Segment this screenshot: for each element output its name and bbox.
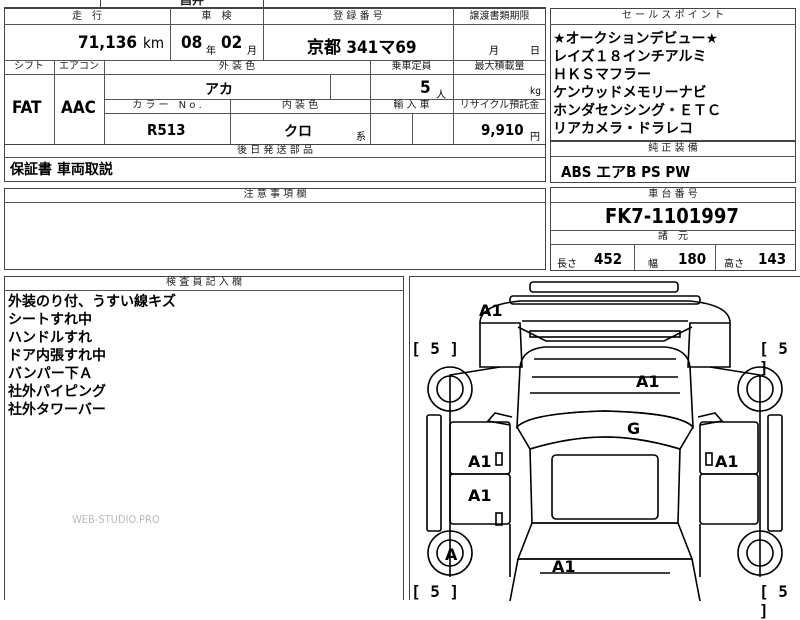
topcut-text: 昌井 (180, 0, 205, 7)
inspection-month-unit: 月 (247, 46, 257, 57)
mark-left-front-door: A1 (468, 452, 492, 471)
mark-front-bumper: A1 (479, 301, 503, 320)
interior-label: 内 装 色 (281, 100, 319, 111)
inspection-label: 車 検 (201, 11, 232, 22)
inspector-note-2: シートすれ中 (8, 312, 92, 328)
transfer-label: 譲渡書類期限 (469, 11, 530, 22)
tire-front-left: [ 5 ] (411, 339, 460, 358)
aircon-label: エアコン (59, 61, 99, 72)
sales-points-label: セ ー ル ス ポ イ ン ト (621, 10, 725, 21)
colorno-label: カ ラ ー N o . (132, 100, 202, 111)
interior-unit: 系 (356, 132, 366, 143)
mark-trunk: A1 (552, 557, 576, 576)
inspector-note-3: ハンドルすれ (8, 330, 92, 346)
damage-diagram: [ 5 ] [ 5 ] [ 5 ] [ 5 ] A1 A1 G A1 A1 A1… (409, 276, 800, 620)
mark-left-rear-door: A1 (468, 486, 492, 505)
mileage-unit: km (143, 34, 164, 52)
sales-point-4: ケンウッドメモリーナビ (553, 85, 707, 101)
shift-label: シフト (14, 61, 44, 72)
sales-point-3: ＨＫＳマフラー (553, 67, 651, 83)
inspection-year: 08 (181, 33, 203, 53)
chassis-value: FK7-1101997 (605, 204, 739, 228)
caution-label: 注 意 事 項 欄 (243, 189, 307, 200)
height-label: 高さ (724, 259, 744, 270)
equipment-value: ABS エアB PS PW (561, 163, 691, 181)
transfer-month-unit: 月 (489, 46, 499, 57)
registration-label: 登 録 番 号 (333, 11, 383, 22)
mark-hood: A1 (636, 372, 660, 391)
documents-label: 後 日 発 送 部 品 (237, 145, 313, 156)
capacity-value: 5 (420, 78, 431, 98)
inspector-note-5: バンパー下Ａ (8, 366, 93, 382)
exterior-value: アカ (205, 82, 233, 98)
recycle-value: 9,910 (481, 121, 524, 139)
top-strip (4, 0, 546, 8)
maxload-unit: kg (530, 86, 541, 97)
mileage-value: 71,136 (78, 33, 138, 53)
inspector-note-7: 社外タワーバー (8, 402, 106, 418)
mark-right-front-door: A1 (715, 452, 739, 471)
mileage-label: 走 行 (72, 11, 102, 22)
recycle-label: リサイクル預託金 (459, 100, 540, 111)
height-value: 143 (758, 250, 787, 268)
inspector-note-6: 社外パイピング (8, 384, 106, 400)
sales-point-1: ★オークションデビュー★ (553, 31, 719, 47)
capacity-unit: 人 (436, 90, 446, 101)
inspection-month: 02 (221, 33, 243, 53)
dims-label: 諸 元 (658, 231, 688, 242)
mark-windshield: G (627, 419, 641, 438)
length-label: 長さ (557, 259, 577, 270)
maxload-label: 最大積載量 (474, 61, 525, 72)
import-label: 輸 入 車 (393, 100, 430, 111)
width-value: 180 (678, 250, 707, 268)
sales-point-2: レイズ１８インチアルミ (553, 49, 707, 65)
capacity-label: 乗車定員 (391, 61, 432, 72)
inspection-year-unit: 年 (206, 46, 216, 57)
interior-value: クロ (284, 124, 312, 140)
inspector-label: 検 査 員 記 入 欄 (166, 277, 242, 288)
transfer-day-unit: 日 (530, 46, 540, 57)
chassis-label: 車 台 番 号 (648, 189, 698, 200)
shift-value: FAT (12, 98, 42, 118)
width-label: 幅 (648, 259, 658, 270)
mark-rear-left-wheel: A (445, 545, 458, 564)
tire-rear-left: [ 5 ] (411, 582, 460, 601)
watermark: WEB-STUDIO.PRO (72, 513, 160, 526)
inspector-note-1: 外装のり付、うすい線キズ (8, 294, 176, 310)
tire-front-right: [ 5 ] (759, 339, 788, 377)
tire-rear-right: [ 5 ] (759, 582, 788, 620)
exterior-label: 外 装 色 (218, 61, 256, 72)
sales-point-6: リアカメラ・ドラレコ (553, 121, 693, 137)
inspector-note-4: ドア内張すれ中 (8, 348, 106, 364)
colorno-value: R513 (147, 121, 186, 139)
registration-value: 京都 341マ69 (307, 38, 417, 58)
car-outline-drawing (426, 281, 783, 601)
aircon-value: AAC (61, 98, 96, 118)
equipment-label: 純 正 装 備 (648, 143, 698, 154)
documents-value: 保証書 車両取説 (10, 162, 113, 178)
recycle-unit: 円 (530, 132, 540, 143)
sales-point-5: ホンダセンシング・ＥＴＣ (553, 103, 721, 119)
auction-sheet-header (4, 8, 546, 145)
length-value: 452 (594, 250, 623, 268)
